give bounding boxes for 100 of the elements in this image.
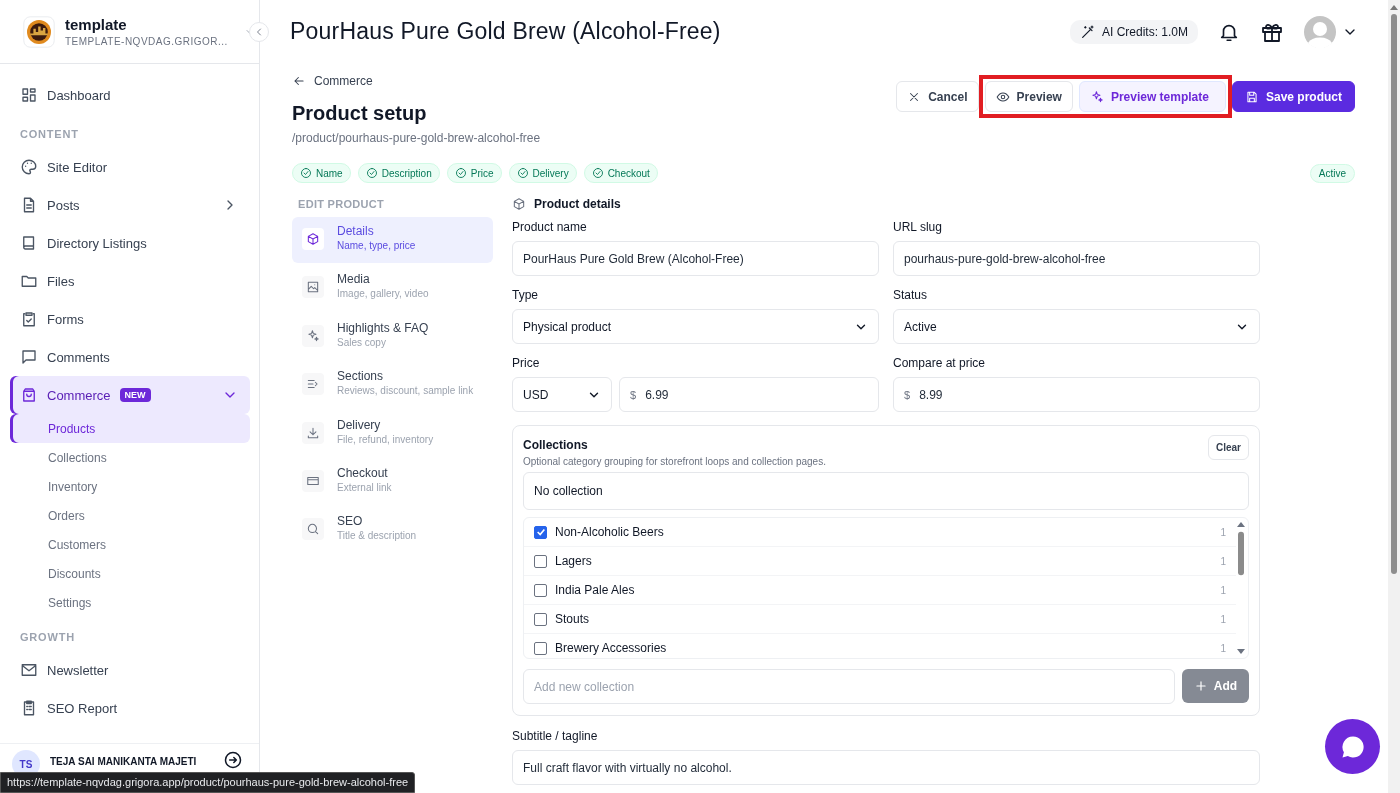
field-label: Subtitle / tagline: [512, 729, 599, 743]
edit-nav-item[interactable]: Details Name, type, price: [292, 217, 493, 263]
collection-name: Non-Alcoholic Beers: [555, 525, 664, 539]
field-label: Product name: [512, 220, 588, 234]
collection-name: Stouts: [555, 612, 590, 626]
nav-item-subtitle: Reviews, discount, sample link: [337, 385, 474, 397]
completion-chip: Price: [446, 163, 502, 183]
sidebar-subitem[interactable]: Products: [10, 414, 250, 443]
type-dropdown[interactable]: Physical product: [512, 309, 879, 344]
sidebar-item[interactable]: Site Editor: [10, 148, 250, 186]
sidebar-item[interactable]: Commerce NEW: [10, 376, 250, 414]
completion-chip: Name: [292, 163, 351, 183]
save-icon: [1244, 89, 1259, 104]
sidebar-item[interactable]: Forms: [10, 300, 250, 338]
currency-dropdown[interactable]: USD: [512, 377, 612, 412]
sidebar-subitem[interactable]: Discounts: [10, 559, 250, 588]
nav-item-title: SEO: [337, 514, 364, 529]
completion-chip: Delivery: [508, 163, 577, 183]
mail-icon: [20, 661, 38, 679]
completion-chip: Checkout: [583, 163, 658, 183]
collection-count: 1: [1220, 642, 1226, 654]
nav-item-subtitle: Title & description: [337, 530, 417, 542]
user-name: TEJA SAI MANIKANTA MAJETI: [50, 756, 198, 767]
collection-name: Brewery Accessories: [555, 641, 667, 655]
collection-name: India Pale Ales: [555, 583, 635, 597]
collection-count: 1: [1220, 584, 1226, 596]
sidebar-subitem[interactable]: Collections: [10, 443, 250, 472]
sidebar-subitem[interactable]: Orders: [10, 501, 250, 530]
checkbox[interactable]: [534, 641, 547, 655]
edit-nav-item[interactable]: SEO Title & description: [292, 507, 493, 554]
section-title: Product setup: [292, 102, 428, 125]
chat-button[interactable]: [1325, 719, 1380, 774]
sidebar-item[interactable]: Comments: [10, 338, 250, 376]
clear-button[interactable]: Clear: [1208, 435, 1249, 460]
form-section-title: Product details: [534, 197, 621, 211]
section-heading: GROWTH: [19, 630, 76, 645]
status-badge: Active: [1309, 163, 1355, 183]
compare-price-field[interactable]: $ 8.99: [893, 377, 1260, 412]
subtitle-field[interactable]: Full craft flavor with virtually no alcohol.: [512, 750, 1260, 785]
product-name-field[interactable]: PourHaus Pure Gold Brew (Alcohol-Free): [512, 241, 879, 276]
sidebar-item[interactable]: Posts: [10, 186, 250, 224]
shopping-bag-icon: [20, 386, 38, 404]
price-field[interactable]: $ 6.99: [619, 377, 879, 412]
nav-item-title: Details: [337, 224, 375, 238]
edit-nav-item[interactable]: Checkout External link: [292, 458, 493, 505]
no-collection-option[interactable]: No collection: [523, 472, 1249, 510]
collection-count: 1: [1220, 526, 1226, 538]
edit-nav-item[interactable]: Sections Reviews, discount, sample link: [292, 362, 493, 409]
nav-item-title: Sections: [337, 369, 385, 384]
sparkles-icon: [1089, 89, 1104, 104]
sidebar-item[interactable]: Directory Listings: [10, 224, 250, 262]
edit-nav-item[interactable]: Highlights & FAQ Sales copy: [292, 313, 493, 360]
checkbox[interactable]: [534, 554, 547, 568]
site-name: template: [65, 16, 128, 33]
checkbox[interactable]: [534, 612, 547, 626]
card-title: Collections: [523, 438, 589, 452]
completion-chip: Description: [357, 163, 440, 183]
sidebar-subitem[interactable]: Customers: [10, 530, 250, 559]
cancel-button[interactable]: Cancel: [896, 81, 979, 112]
nav-item-title: Media: [337, 272, 371, 287]
search-icon: [306, 522, 320, 537]
status-dropdown[interactable]: Active: [893, 309, 1260, 344]
cube-icon: [306, 232, 320, 246]
edit-nav-item[interactable]: Delivery File, refund, inventory: [292, 410, 493, 457]
nav-item-subtitle: Image, gallery, video: [337, 288, 429, 300]
logout-icon[interactable]: [223, 750, 243, 770]
sidebar-item[interactable]: Newsletter: [10, 651, 250, 689]
save-button[interactable]: Save product: [1231, 81, 1355, 112]
nav-item-title: Checkout: [337, 465, 389, 480]
field-label: Compare at price: [893, 356, 987, 370]
clipboard-icon: [20, 310, 38, 328]
arrow-left-icon: [292, 74, 306, 88]
preview-button[interactable]: Preview: [984, 81, 1073, 112]
plus-icon: [1193, 679, 1208, 693]
field-label: Price: [512, 356, 541, 370]
edit-nav-item[interactable]: Media Image, gallery, video: [292, 265, 493, 312]
back-link[interactable]: Commerce: [292, 74, 541, 88]
sparkles-icon: [306, 328, 320, 343]
section-heading: CONTENT: [19, 127, 80, 142]
sidebar-item[interactable]: Files: [10, 262, 250, 300]
sidebar-item[interactable]: Dashboard: [10, 76, 250, 114]
site-domain: TEMPLATE-NQVDAG.GRIGOR...: [65, 36, 228, 47]
sidebar-subitem[interactable]: Settings: [10, 588, 250, 617]
sidebar-subitem[interactable]: Inventory: [10, 472, 250, 501]
nav-item-subtitle: External link: [337, 481, 392, 493]
page-scrollbar[interactable]: [1388, 0, 1400, 793]
cube-icon: [512, 197, 526, 211]
section-heading: EDIT PRODUCT: [297, 197, 386, 212]
sidebar-item[interactable]: SEO Report: [10, 689, 250, 727]
field-label: Type: [512, 288, 539, 302]
collection-count: 1: [1220, 613, 1226, 625]
template-button[interactable]: Preview template: [1078, 81, 1226, 112]
url-slug-field[interactable]: pourhaus-pure-gold-brew-alcohol-free: [893, 241, 1260, 276]
comment-icon: [20, 348, 38, 366]
ai-credits-pill[interactable]: AI Credits: 1.0M: [1069, 19, 1198, 44]
nav-item-subtitle: Sales copy: [337, 336, 387, 348]
checkbox[interactable]: [534, 583, 547, 597]
eye-icon: [995, 89, 1010, 104]
checkbox[interactable]: [534, 525, 547, 539]
dashboard-icon: [20, 86, 38, 104]
